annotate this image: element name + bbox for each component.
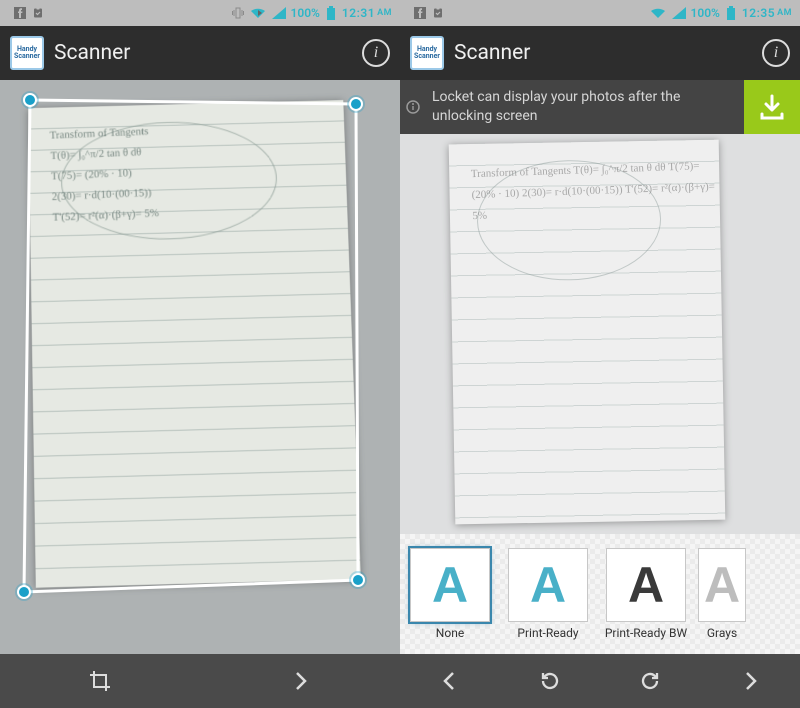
handwriting-text: Transform of Tangents T(θ)= ∫₀^π/2 tan θ… [471,155,721,226]
clipboard-icon [32,7,44,19]
prev-button[interactable] [400,654,500,708]
filter-none[interactable]: A None [404,548,496,640]
filter-tile: A [508,548,588,622]
filter-strip[interactable]: A None A Print-Ready A Print-Ready BW A Grays [400,534,800,654]
facebook-icon [14,7,26,19]
bottom-toolbar [400,654,800,708]
crop-handle-tr[interactable] [349,97,363,111]
crop-handle-bl[interactable] [17,585,31,599]
filter-tile: A [606,548,686,622]
filter-label: None [436,626,464,640]
scanned-page: Transform of Tangents T(θ)= ∫₀^π/2 tan θ… [28,100,361,588]
status-bar: 100% 12:31 AM [0,0,400,26]
wifi-icon [250,7,266,19]
filter-tile: A [698,548,746,622]
clipboard-icon [432,7,444,19]
filter-print-ready[interactable]: A Print-Ready [502,548,594,640]
bottom-toolbar [0,654,400,708]
vibrate-icon [230,7,244,19]
app-icon[interactable]: Handy Scanner [410,36,444,70]
info-icon[interactable]: i [362,39,390,67]
scanned-page: Transform of Tangents T(θ)= ∫₀^π/2 tan θ… [449,139,726,524]
clock-time: 12:31 [342,6,375,20]
filter-label: Grays [707,626,737,640]
filter-label: Print-Ready [517,626,578,640]
battery-pct: 100% [290,6,319,20]
phone-left: 100% 12:31 AM Handy Scanner Scanner i Tr… [0,0,400,708]
next-button[interactable] [200,654,400,708]
crop-handle-tl[interactable] [23,93,37,107]
action-bar: Handy Scanner Scanner i [0,26,400,80]
filter-print-ready-bw[interactable]: A Print-Ready BW [600,548,692,640]
action-bar: Handy Scanner Scanner i [400,26,800,80]
banner-text: Locket can display your photos after the… [426,80,744,134]
rotate-cw-button[interactable] [600,654,700,708]
preview-view[interactable]: Transform of Tangents T(θ)= ∫₀^π/2 tan θ… [400,134,800,534]
battery-icon [726,6,736,20]
clock-ampm: AM [777,8,792,18]
wifi-icon [650,7,666,19]
app-icon[interactable]: Handy Scanner [10,36,44,70]
crop-button[interactable] [0,654,200,708]
filter-label: Print-Ready BW [605,626,687,640]
phone-right: 100% 12:35 AM Handy Scanner Scanner i Lo… [400,0,800,708]
rotate-ccw-button[interactable] [500,654,600,708]
page-title: Scanner [54,41,362,65]
clock-time: 12:35 [742,6,775,20]
clock-ampm: AM [377,8,392,18]
download-button[interactable] [744,80,800,134]
banner-info-icon [400,80,426,134]
signal-icon [672,7,686,19]
notification-banner[interactable]: Locket can display your photos after the… [400,80,800,134]
handwriting-text: Transform of Tangents T(θ)= ∫₀^π/2 tan θ… [49,121,159,228]
crop-handle-br[interactable] [351,573,365,587]
status-bar: 100% 12:35 AM [400,0,800,26]
next-button[interactable] [700,654,800,708]
signal-icon [272,7,286,19]
filter-grays[interactable]: A Grays [698,548,746,640]
info-icon[interactable]: i [762,39,790,67]
page-title: Scanner [454,41,762,65]
crop-view[interactable]: Transform of Tangents T(θ)= ∫₀^π/2 tan θ… [0,80,400,654]
filter-tile: A [410,548,490,622]
battery-pct: 100% [690,6,719,20]
battery-icon [326,6,336,20]
facebook-icon [414,7,426,19]
